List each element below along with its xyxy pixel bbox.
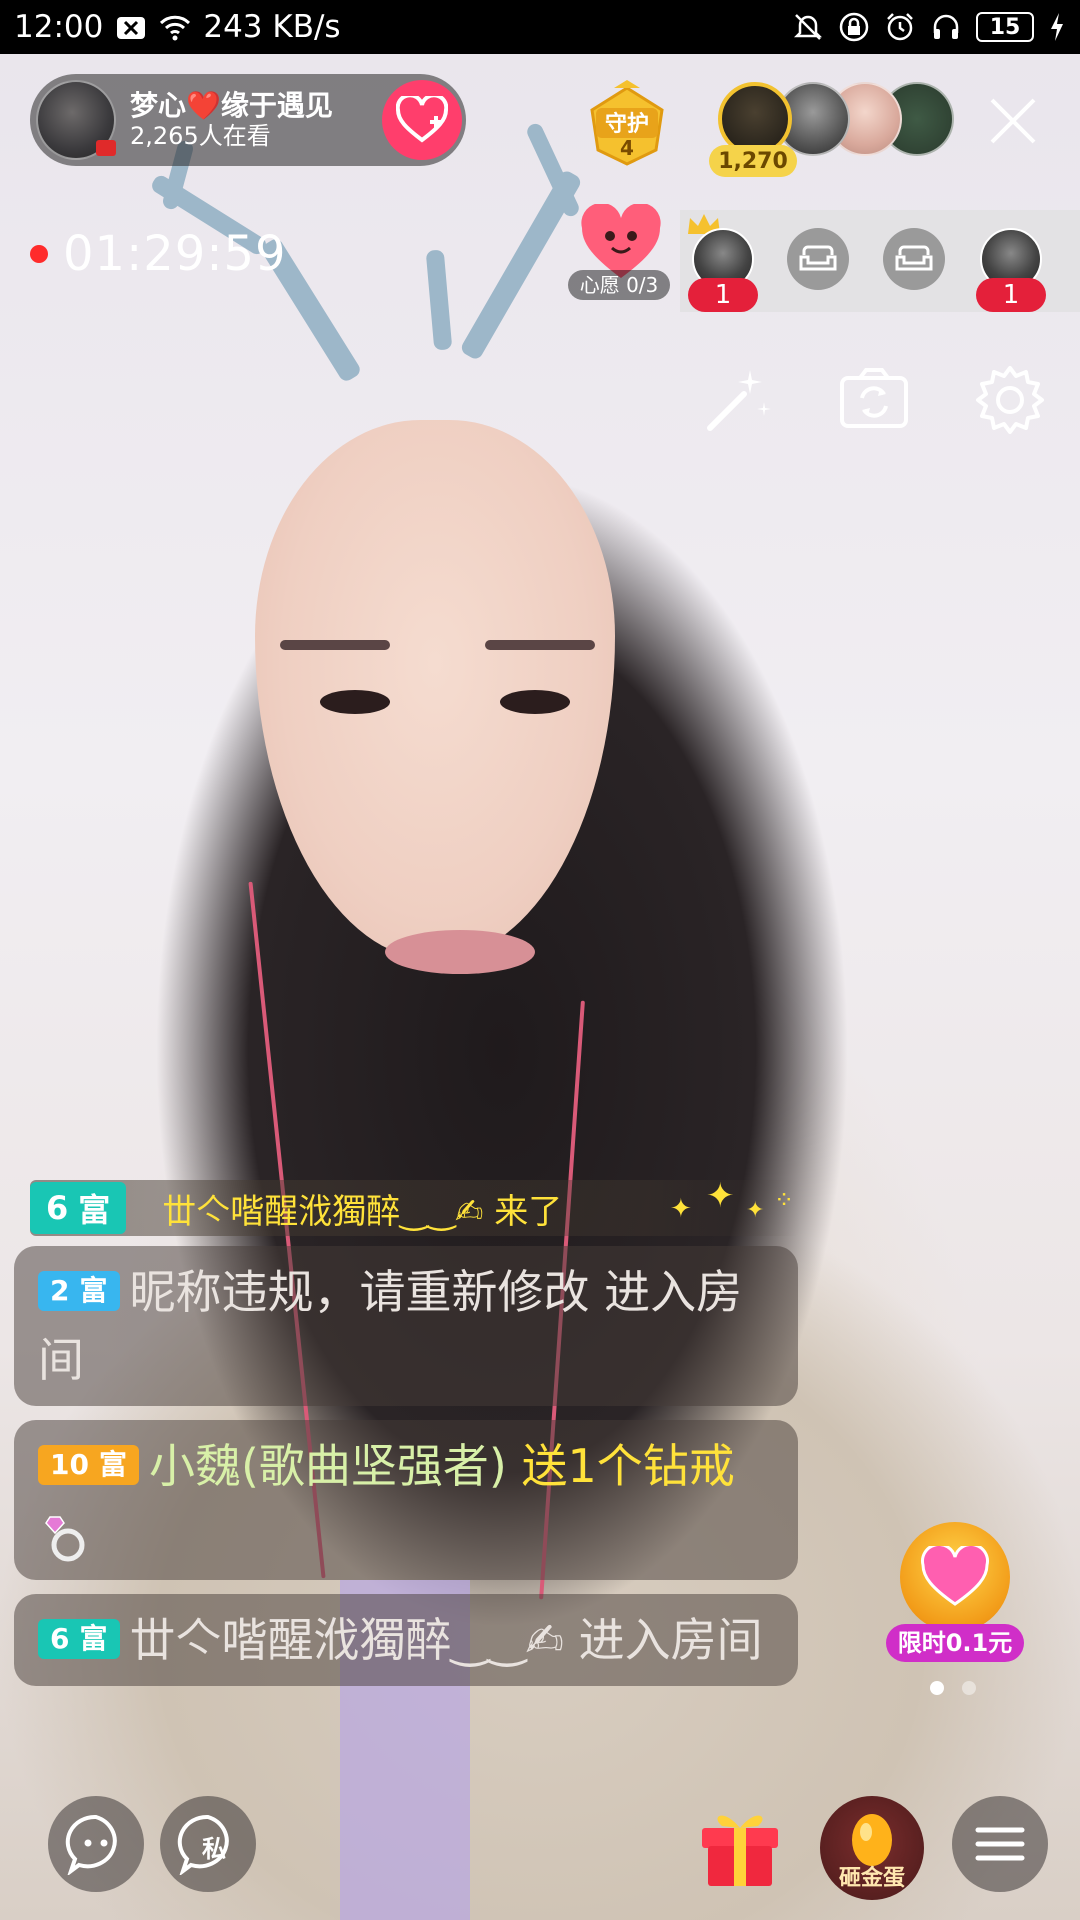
status-time: 12:00 bbox=[14, 9, 104, 45]
mute-icon bbox=[793, 14, 823, 40]
video-brow-right bbox=[485, 640, 595, 650]
seat-4-count: 1 bbox=[976, 278, 1046, 312]
viewer-count: 2,265人在看 bbox=[130, 122, 271, 151]
chat-nickname[interactable]: 小魏(歌曲坚强者) bbox=[149, 1439, 507, 1493]
chat-message[interactable]: 2 富 昵称违规，请重新修改 进入房间 bbox=[14, 1246, 798, 1406]
video-lips bbox=[385, 930, 535, 974]
video-brow-left bbox=[280, 640, 390, 650]
video-eye-right bbox=[500, 690, 570, 714]
chat-button[interactable] bbox=[48, 1796, 144, 1892]
level-badge: 6 富 bbox=[38, 1618, 120, 1659]
promo-label: 限时0.1元 bbox=[886, 1624, 1024, 1662]
level-number: 6 bbox=[50, 1621, 70, 1655]
level-rank: 富 bbox=[79, 1621, 108, 1655]
private-message-button[interactable]: 私 bbox=[160, 1796, 256, 1892]
chat-message[interactable]: 10 富 小魏(歌曲坚强者) 送1个钻戒 bbox=[14, 1420, 798, 1580]
sparkle-icon: ✦ bbox=[670, 1194, 692, 1224]
gift-button[interactable] bbox=[694, 1798, 786, 1890]
level-rank: 富 bbox=[79, 1273, 108, 1307]
chat-action: 送1个钻戒 bbox=[506, 1439, 735, 1493]
live-timer: 01:29:59 bbox=[63, 226, 287, 282]
video-eye-left bbox=[320, 690, 390, 714]
level-number: 10 bbox=[50, 1447, 89, 1481]
sofa-icon bbox=[895, 245, 933, 271]
host-name: 梦心❤️缘于遇见 bbox=[130, 88, 333, 122]
hamburger-menu-icon bbox=[975, 1827, 1025, 1861]
gear-icon bbox=[976, 366, 1044, 434]
close-button[interactable] bbox=[988, 96, 1038, 146]
private-chat-icon: 私 bbox=[177, 1814, 229, 1875]
battery-icon: 15 bbox=[976, 12, 1034, 42]
diamond-ring-icon bbox=[45, 1515, 85, 1561]
camera-switch-icon bbox=[840, 368, 908, 428]
top-viewer-score: 1,270 bbox=[709, 145, 797, 177]
level-rank: 富 bbox=[98, 1447, 127, 1481]
chat-bubble-icon bbox=[65, 1814, 117, 1875]
chat-nickname[interactable]: 丗亽喈醒浌獨醉‿‿✍ bbox=[130, 1613, 564, 1667]
antler-right-branch bbox=[425, 249, 453, 351]
level-rank: 富 bbox=[78, 1191, 111, 1229]
close-icon bbox=[990, 98, 1036, 144]
seat-2-empty[interactable] bbox=[787, 228, 849, 290]
limited-offer-promo[interactable]: 限时0.1元 bbox=[886, 1522, 1024, 1662]
status-bar: 12:00 243 KB/s 15 bbox=[0, 0, 1080, 54]
host-avatar[interactable] bbox=[36, 80, 116, 160]
seat-3-empty[interactable] bbox=[883, 228, 945, 290]
host-info-pill[interactable]: 梦心❤️缘于遇见 2,265人在看 bbox=[30, 74, 466, 166]
sparkle-icon: ✦ bbox=[746, 1198, 765, 1223]
promo-card bbox=[900, 1522, 1010, 1632]
network-speed: 243 KB/s bbox=[203, 9, 341, 45]
wish-progress-label[interactable]: 心愿 0/3 bbox=[568, 270, 670, 300]
level-number: 2 bbox=[50, 1273, 70, 1307]
follow-button[interactable] bbox=[382, 80, 462, 160]
magic-wand-icon bbox=[707, 370, 771, 431]
guard-badge[interactable]: 守护 4 bbox=[582, 80, 672, 170]
headphones-icon bbox=[933, 14, 959, 39]
level-badge: 10 富 bbox=[38, 1444, 139, 1485]
pager-dot[interactable] bbox=[962, 1681, 976, 1695]
guard-count: 4 bbox=[620, 136, 634, 160]
charging-icon bbox=[1051, 13, 1063, 41]
sim-x-icon bbox=[117, 17, 146, 39]
sparkle-icon: ✦ bbox=[706, 1176, 735, 1216]
lock-icon bbox=[839, 12, 869, 42]
chat-action: 进入房间 bbox=[563, 1613, 763, 1667]
host-flag-icon bbox=[96, 140, 116, 156]
level-badge: 6 富 bbox=[30, 1182, 127, 1234]
sparkle-icon: ⁘ bbox=[774, 1186, 795, 1214]
golden-egg-label: 砸金蛋 bbox=[838, 1866, 905, 1891]
beauty-wand-button[interactable] bbox=[700, 362, 776, 438]
chat-nickname[interactable]: 昵称违规，请重新修改 bbox=[130, 1265, 590, 1319]
pager-dot-active[interactable] bbox=[930, 1681, 944, 1695]
golden-egg-button[interactable]: 砸金蛋 bbox=[820, 1796, 924, 1900]
level-badge: 2 富 bbox=[38, 1270, 120, 1311]
entry-banner-text: 丗亽喈醒浌獨醉‿‿✍ 来了 bbox=[162, 1191, 563, 1232]
sofa-icon bbox=[799, 245, 837, 271]
menu-button[interactable] bbox=[952, 1796, 1048, 1892]
seat-1-count: 1 bbox=[688, 278, 758, 312]
flip-camera-button[interactable] bbox=[836, 362, 912, 438]
live-indicator-dot bbox=[30, 245, 48, 263]
pink-heart-icon bbox=[921, 1546, 989, 1606]
settings-button[interactable] bbox=[972, 362, 1048, 438]
gift-box-icon bbox=[702, 1815, 778, 1886]
svg-text:私: 私 bbox=[202, 1835, 226, 1863]
heart-plus-icon bbox=[396, 96, 448, 143]
guard-label: 守护 bbox=[605, 111, 649, 137]
chat-message[interactable]: 6 富 丗亽喈醒浌獨醉‿‿✍ 进入房间 bbox=[14, 1594, 798, 1686]
level-number: 6 bbox=[46, 1189, 69, 1227]
alarm-icon bbox=[887, 13, 913, 41]
user-entry-banner: 6 富 丗亽喈醒浌獨醉‿‿✍ 来了 ✦ ✦ ✦ ⁘ bbox=[30, 1176, 800, 1236]
wifi-icon bbox=[160, 15, 191, 41]
